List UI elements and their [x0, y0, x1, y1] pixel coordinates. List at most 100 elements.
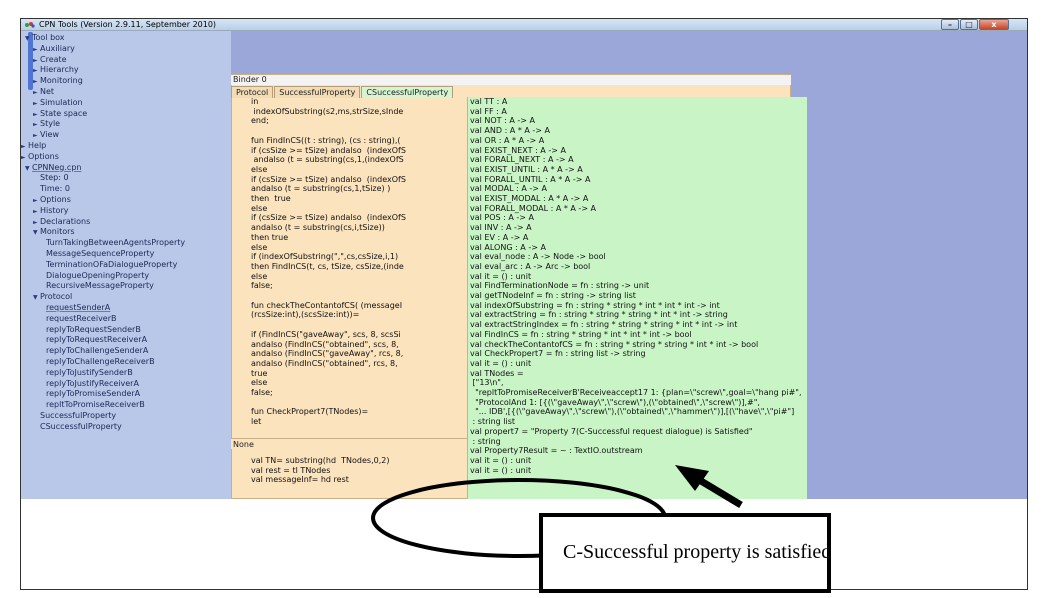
sidebar-item[interactable]: DialogueOpeningProperty: [39, 270, 149, 281]
sidebar-item[interactable]: ▼ CPNNeg.cpn: [25, 162, 81, 173]
sidebar-item[interactable]: ► History: [33, 205, 68, 216]
sidebar-item-label: replyToRequestReceiverA: [46, 335, 148, 345]
sidebar-item[interactable]: repltToPromiseReceiverB: [39, 399, 145, 410]
output-line: val extractStringIndex = fn : string * s…: [470, 320, 738, 330]
sidebar-item[interactable]: ► Simulation: [33, 97, 83, 108]
sidebar-item[interactable]: replyToChallengeReceiverB: [39, 356, 155, 367]
minimize-button[interactable]: –: [941, 19, 959, 30]
output-line: val FORALL_MODAL : A * A -> A: [470, 203, 597, 213]
output-line: val AND : A * A -> A: [470, 126, 550, 136]
output-line: val extractString = fn : string * string…: [470, 310, 728, 320]
annotation-callout: C-Successful property is satisfied: [539, 513, 831, 593]
sidebar-item[interactable]: replyToPromiseSenderA: [39, 388, 140, 399]
sidebar-item-label: SuccessfulProperty: [40, 411, 117, 420]
maximize-button[interactable]: □: [960, 19, 978, 30]
sidebar-item[interactable]: Step: 0: [33, 172, 69, 183]
sidebar-item[interactable]: RecursiveMessageProperty: [39, 280, 154, 291]
output-line: val FORALL_NEXT : A -> A: [470, 155, 574, 165]
sidebar-item[interactable]: ▼ Monitors: [33, 226, 75, 237]
code-line: else: [251, 242, 268, 252]
evaluation-output-panel: val TT : Aval FF : Aval NOT : A -> Aval …: [467, 97, 807, 499]
output-line: val POS : A -> A: [470, 213, 535, 223]
sidebar-item[interactable]: ► Help: [21, 140, 46, 151]
sidebar-item-label: Options: [40, 195, 71, 204]
code-line: (rcsSize:int),(scsSize:int))=: [251, 310, 360, 320]
output-line: val EXIST_MODAL : A * A -> A: [470, 194, 589, 203]
sidebar-item[interactable]: replyToJustifySenderB: [39, 367, 133, 378]
code-line: andalso (FindInCS("obtained", rcs, 8,: [251, 358, 398, 368]
code-line: else: [251, 271, 268, 281]
window-title: CPN Tools (Version 2.9.11, September 201…: [39, 20, 217, 29]
app-icon: [25, 22, 35, 28]
code-line: indexOfSubstring(s2,ms,strSize,sInde: [251, 106, 404, 116]
output-line: val TT : A: [470, 97, 508, 106]
sidebar-item-label: Declarations: [40, 216, 91, 226]
sidebar-item[interactable]: ► Hierarchy: [33, 64, 79, 75]
sidebar-item-label: Protocol: [40, 292, 73, 302]
sidebar-item[interactable]: Time: 0: [33, 183, 70, 194]
maximize-icon: □: [965, 20, 973, 29]
sidebar-item[interactable]: CSuccessfulProperty: [33, 421, 122, 432]
code-line: else: [251, 203, 268, 213]
sidebar-item[interactable]: replyToJustifyReceiverA: [39, 378, 139, 389]
sidebar-item[interactable]: requestSenderA: [39, 302, 110, 313]
sidebar-item-label: View: [40, 130, 59, 140]
sidebar-item[interactable]: ► Options: [33, 194, 71, 205]
output-line: val it = () : unit: [470, 455, 532, 465]
sidebar-item[interactable]: ► Style: [33, 118, 60, 129]
code-line: true: [251, 368, 268, 378]
code-line: false;: [251, 388, 273, 397]
output-line: : string list: [470, 417, 516, 427]
output-line: val it = () : unit: [470, 465, 532, 475]
sidebar-item[interactable]: ► Create: [33, 54, 67, 65]
sidebar-item[interactable]: ► View: [33, 129, 59, 140]
output-line: val eval_node : A -> Node -> bool: [470, 252, 606, 262]
close-button[interactable]: x: [979, 19, 1009, 30]
sidebar-item-label: Time: 0: [40, 184, 70, 194]
sidebar-item[interactable]: SuccessfulProperty: [33, 410, 116, 421]
sidebar-item-label: CPNNeg.cpn: [32, 162, 82, 172]
code-line: then true: [251, 194, 291, 203]
sidebar-item[interactable]: requestReceiverB: [39, 313, 117, 324]
code-line: val messageInf= hd rest: [251, 475, 349, 485]
code-line: then FindInCS(t, cs, tSize, csSize,(inde: [251, 261, 404, 271]
sidebar-item-label: DialogueOpeningProperty: [46, 270, 150, 280]
index-sidebar: ▼ Tool box ► Auxiliary ► Create ► Hierarchy ► Mon…: [21, 31, 231, 499]
sidebar-item-label: repltToPromiseReceiverB: [46, 400, 145, 410]
screenshot-frame: CPN Tools (Version 2.9.11, September 201…: [20, 18, 1028, 593]
code-line: if (indexOfSubstring(",",cs,csSize,i,1): [251, 252, 399, 262]
sidebar-item[interactable]: ▼ Protocol: [33, 291, 72, 302]
sidebar-item[interactable]: ► Options: [21, 151, 59, 162]
output-line: val EXIST_UNTIL : A * A -> A: [470, 164, 583, 174]
sidebar-item-label: replyToChallengeReceiverB: [46, 357, 155, 366]
sidebar-item[interactable]: replyToRequestReceiverA: [39, 334, 147, 345]
code-line: andalso (t = substring(cs,i,tSize)): [251, 223, 385, 233]
code-line: fun FindInCS((t : string), (cs : string)…: [251, 135, 401, 145]
sidebar-item[interactable]: TerminationOFaDialogueProperty: [39, 259, 177, 270]
code-line: in: [251, 97, 259, 106]
sidebar-item[interactable]: replyToChallengeSenderA: [39, 345, 148, 356]
sidebar-item-label: TurnTakingBetweenAgentsProperty: [46, 238, 186, 248]
sidebar-item-label: Create: [40, 54, 67, 64]
sidebar-item-label: Options: [28, 151, 59, 161]
code-line: val TN= substring(hd TNodes,0,2): [251, 455, 390, 465]
output-line: "ProtocolAnd 1: [{(\"gaveAway\",\"screw\…: [470, 397, 760, 407]
sidebar-item[interactable]: ► Auxiliary: [33, 43, 75, 54]
sidebar-item-label: State space: [40, 108, 88, 118]
sidebar-item[interactable]: TurnTakingBetweenAgentsProperty: [39, 237, 185, 248]
code-line: andalso (FindInCS("obtained", scs, 8,: [251, 339, 399, 349]
sidebar-item-label: Auxiliary: [40, 43, 75, 53]
code-line: then true: [251, 232, 289, 242]
output-line: val propert7 = "Property 7(C-Successful …: [470, 426, 753, 436]
close-icon: x: [991, 20, 997, 29]
sidebar-item[interactable]: ► Net: [33, 86, 54, 97]
binder-status: None: [231, 438, 467, 449]
sidebar-item[interactable]: ► Declarations: [33, 216, 90, 227]
output-line: val indexOfSubstring = fn : string * str…: [470, 300, 720, 310]
sidebar-item[interactable]: replyToRequestSenderB: [39, 324, 141, 335]
sidebar-item[interactable]: ▼ Tool box: [25, 32, 65, 43]
sidebar-item[interactable]: ► Monitoring: [33, 75, 83, 86]
sidebar-item[interactable]: ► State space: [33, 108, 87, 119]
sidebar-item[interactable]: MessageSequenceProperty: [39, 248, 154, 259]
code-line: false;: [251, 281, 273, 291]
